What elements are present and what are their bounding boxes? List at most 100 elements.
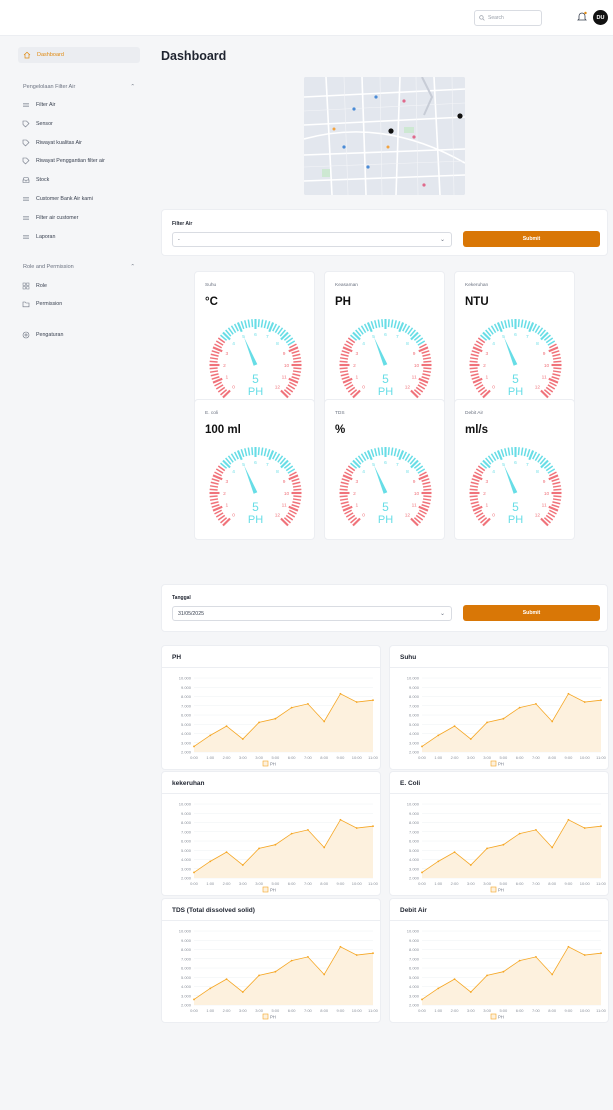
sidebar-item-laporan[interactable]: Laporan [22,233,55,241]
legend-swatch [490,1013,497,1020]
search-placeholder: Search [488,15,504,21]
gauge-tick-label: 10 [284,363,290,369]
gauge-tick-label: 0 [362,513,365,519]
data-point [241,864,244,866]
gauge-tick [423,367,432,370]
divider [390,920,608,921]
sidebar-item-customer-bank[interactable]: Customer Bank Air kami [22,195,93,203]
search-box[interactable]: Search [474,10,542,26]
gauge-name: Kekeruhan [465,283,489,288]
y-tick-label: 8.000 [409,694,420,699]
chart-title: Debit Air [400,907,427,914]
sidebar-item-riwayat-kualitas[interactable]: Riwayat kualitas Air [22,139,82,147]
data-point [518,832,521,835]
grid-icon [22,282,30,290]
x-tick-label: 8:00 [548,755,557,760]
sidebar-item-sensor[interactable]: Sensor [22,120,53,128]
gauge-tick [471,350,480,354]
gauge-card: TDS% 0 1 2 3 4 5 6 7 8 9 10 11 12 5 PH [324,399,445,540]
divider [390,793,608,794]
gauge-label: PH [378,514,393,526]
gauge-tick [549,343,557,349]
gauge-tick [551,478,560,482]
location-map[interactable] [304,77,465,195]
data-point [225,851,228,853]
x-tick-label: 2:00 [223,755,232,760]
gauge-tick [233,323,239,332]
gauge-tick [553,488,562,491]
sidebar-section-filter[interactable]: Pengelolaan Filter Air ⌃ [23,84,135,90]
sidebar-item-filter-air[interactable]: Filter Air [22,101,55,109]
x-tick-label: 1:00 [206,881,215,886]
gauge-dial: 012345 6 7891011125PH [209,319,302,399]
sidebar-item-dashboard[interactable]: Dashboard [18,47,140,63]
y-tick-label: 3.000 [181,993,192,998]
gauge-tick [422,353,431,357]
sidebar-item-role[interactable]: Role [22,282,47,290]
gauge-tick [344,343,352,349]
data-point [372,952,374,955]
date-submit-button[interactable]: Submit [463,605,600,621]
filter-air-card: Filter Air - ⌄ Submit [161,209,608,256]
date-picker[interactable]: 31/05/2025 ⌄ [172,606,452,621]
gauge-tick [517,447,520,456]
gauge-tick [423,495,432,498]
y-tick-label: 4.000 [409,731,420,736]
sidebar-section-role[interactable]: Role and Permission ⌃ [23,264,135,270]
x-tick-label: 3:00 [239,755,248,760]
x-tick-label: 3:00 [255,755,264,760]
y-tick-label: 4.000 [409,857,420,862]
x-tick-label: 6:00 [516,881,525,886]
gauge-tick [209,485,219,488]
user-avatar[interactable]: DU [593,10,608,25]
data-point [600,952,602,955]
gauge-tick [393,448,397,457]
gauge-tick [209,488,218,491]
gauge-label: PH [248,514,263,526]
gauge-tick [210,481,219,485]
data-point [258,721,260,724]
legend-label: PH [270,887,276,892]
sidebar-item-pengaturan[interactable]: Pengaturan [22,331,63,339]
filter-air-select[interactable]: - ⌄ [172,232,452,247]
sidebar-item-riwayat-penggantian[interactable]: Riwayat Penggantian filter air [22,157,105,165]
gauge-tick [523,448,527,457]
x-tick-label: 11:00 [368,755,378,760]
x-tick-label: 3:00 [483,1008,492,1013]
legend-swatch [262,1013,269,1020]
y-tick-label: 10.000 [179,802,192,807]
gauge-tick [214,343,222,349]
gauge-tick-label: 10 [544,491,550,497]
gauge-tick [422,501,431,505]
data-point [469,991,472,993]
notification-bell-icon[interactable] [576,11,588,23]
gauge-needle [374,465,388,494]
legend-label: PH [270,1014,276,1019]
x-tick-label: 2:00 [451,881,460,886]
x-tick-label: 11:00 [596,1008,606,1013]
gauge-tick [549,509,557,515]
gauge-tick [339,495,348,498]
sidebar-item-stock[interactable]: Stock [22,176,49,184]
gauge-tick [474,471,482,477]
gauge-tick [292,485,302,488]
data-point [209,987,212,990]
line-chart: 2.000 3.000 4.000 5.000 6.000 7.000 8.000 9.000… [407,676,607,767]
y-tick-label: 6.000 [409,966,420,971]
x-tick-label: 10:00 [580,1008,591,1013]
gauge-tick-label: 10 [414,363,420,369]
gauge-tick-label: 4 [362,469,365,475]
gauge-tick [339,485,349,488]
gauge-tick [292,370,302,373]
date-filter-card: Tanggal 31/05/2025 ⌄ Submit [161,584,608,632]
sidebar-item-label: Stock [36,177,50,183]
gauge-tick [340,373,349,377]
gauge-tick [257,447,260,456]
x-tick-label: 3:00 [483,881,492,886]
sidebar-item-filter-customer[interactable]: Filter air customer [22,214,78,222]
gauge-tick [471,376,480,380]
gauge-name: Keasaman [335,283,358,288]
sidebar-item-permission[interactable]: Permission [22,300,62,308]
gauge-tick [211,350,220,354]
filter-submit-button[interactable]: Submit [463,231,600,247]
